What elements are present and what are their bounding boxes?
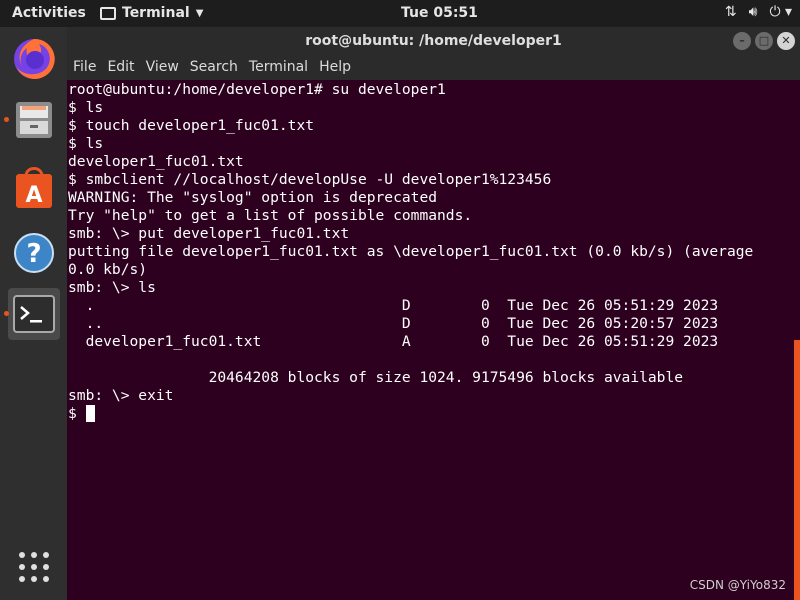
clock[interactable]: Tue 05:51: [401, 5, 478, 21]
terminal-line: $ touch developer1_fuc01.txt: [68, 117, 315, 134]
terminal-prompt-line[interactable]: $: [68, 405, 800, 423]
svg-text:?: ?: [26, 239, 41, 269]
terminal-line: . D 0 Tue Dec 26 05:51:29 2023: [68, 297, 719, 314]
terminal-line: developer1_fuc01.txt A 0 Tue Dec 26 05:5…: [68, 333, 719, 350]
menu-edit[interactable]: Edit: [101, 55, 139, 80]
app-menu-label: Terminal: [122, 5, 190, 21]
caret-down-icon: ▼: [195, 7, 204, 19]
firefox-launcher[interactable]: [8, 33, 60, 85]
maximize-button[interactable]: □: [755, 32, 773, 50]
window-titlebar[interactable]: root@ubuntu: /home/developer1 – □ ✕: [67, 27, 800, 55]
terminal-line: 20464208 blocks of size 1024. 9175496 bl…: [68, 369, 684, 386]
menu-view[interactable]: View: [140, 55, 184, 80]
system-tray[interactable]: ⇅ 🔊︎ ⏻ ▾: [725, 4, 792, 20]
app-grid-icon: [19, 552, 49, 582]
firefox-icon: [14, 38, 55, 79]
terminal-line: WARNING: The "syslog" option is deprecat…: [68, 189, 438, 206]
running-indicator: [4, 311, 9, 316]
watermark: CSDN @YiYo832: [689, 578, 786, 592]
window-title: root@ubuntu: /home/developer1: [305, 33, 562, 49]
window-controls: – □ ✕: [733, 32, 795, 50]
terminal-line: root@ubuntu:/home/developer1# su develop…: [68, 81, 446, 98]
software-launcher[interactable]: A: [8, 161, 60, 213]
prompt: $: [68, 405, 77, 422]
minimize-button[interactable]: –: [733, 32, 751, 50]
terminal-line: Try "help" to get a list of possible com…: [68, 207, 473, 224]
help-launcher[interactable]: ?: [8, 227, 60, 279]
menubar: File Edit View Search Terminal Help: [67, 55, 800, 80]
terminal-line: $ ls: [68, 99, 104, 116]
activities-button[interactable]: Activities: [12, 5, 86, 21]
help-icon: ?: [14, 233, 54, 273]
terminal-line: smb: \> exit: [68, 387, 174, 404]
file-cabinet-icon: [16, 102, 52, 138]
terminal-line: smb: \> put developer1_fuc01.txt: [68, 225, 350, 242]
terminal-line: developer1_fuc01.txt: [68, 153, 244, 170]
show-applications-button[interactable]: [8, 541, 60, 593]
menu-help[interactable]: Help: [313, 55, 356, 80]
terminal-line: smb: \> ls: [68, 279, 156, 296]
files-launcher[interactable]: [4, 94, 60, 146]
dock: A ?: [0, 27, 67, 600]
terminal-icon: [13, 295, 55, 333]
power-icon[interactable]: ⏻ ▾: [769, 4, 792, 20]
terminal-output[interactable]: root@ubuntu:/home/developer1# su develop…: [67, 80, 800, 600]
terminal-line: 0.0 kb/s): [68, 261, 148, 278]
terminal-line: putting file developer1_fuc01.txt as \de…: [68, 243, 754, 260]
app-menu[interactable]: Terminal ▼: [100, 5, 203, 21]
volume-icon[interactable]: 🔊︎: [749, 4, 758, 20]
terminal-line: .. D 0 Tue Dec 26 05:20:57 2023: [68, 315, 719, 332]
menu-terminal[interactable]: Terminal: [243, 55, 313, 80]
software-bag-icon: A: [16, 167, 52, 208]
terminal-line: $ ls: [68, 135, 104, 152]
terminal-launcher[interactable]: [4, 288, 60, 340]
terminal-icon: [100, 6, 116, 20]
menu-search[interactable]: Search: [184, 55, 243, 80]
svg-text:A: A: [25, 183, 42, 208]
network-icon[interactable]: ⇅: [725, 4, 737, 20]
top-panel: Activities Terminal ▼ Tue 05:51 ⇅ 🔊︎ ⏻ ▾: [0, 0, 800, 27]
close-button[interactable]: ✕: [777, 32, 795, 50]
terminal-line: $ smbclient //localhost/developUse -U de…: [68, 171, 552, 188]
running-indicator: [4, 117, 9, 122]
scrollbar[interactable]: [794, 340, 800, 600]
menu-file[interactable]: File: [67, 55, 101, 80]
text-cursor: [85, 405, 95, 422]
